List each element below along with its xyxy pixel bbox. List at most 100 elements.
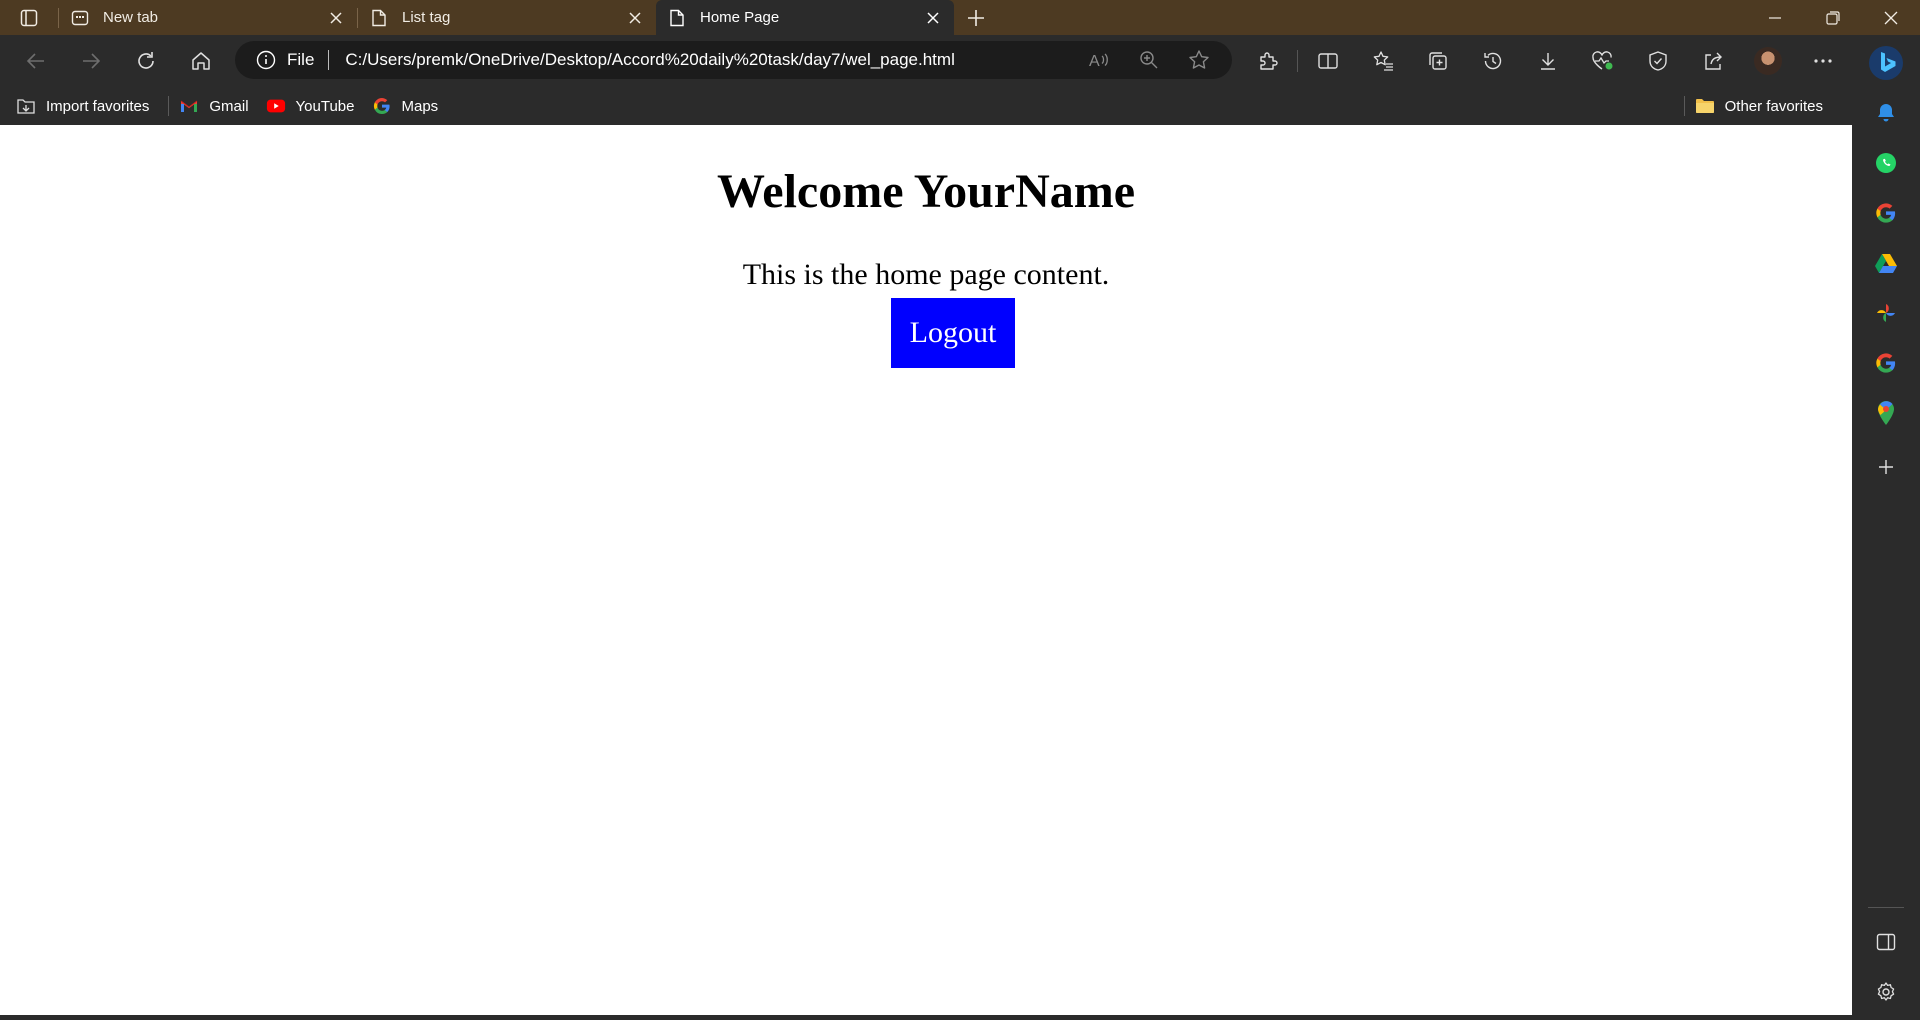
back-button[interactable] [8,41,63,81]
plus-icon [1879,460,1893,474]
favorite-label: YouTube [295,97,355,115]
profile-button[interactable] [1740,41,1795,81]
other-favorites-area: Other favorites [1682,91,1840,121]
address-scheme-label: File [287,50,315,69]
home-button[interactable] [173,41,228,81]
gear-icon [1877,982,1895,1001]
history-icon [1483,52,1501,70]
add-sidebar-app-button[interactable] [1862,443,1910,491]
tab-list-tag[interactable]: List tag [358,0,656,35]
site-info-icon[interactable] [255,49,277,71]
read-aloud-button[interactable]: A [1074,41,1124,79]
favorite-star-button[interactable] [1174,41,1224,79]
heartbeat-icon [1591,51,1612,70]
star-icon [1189,50,1209,69]
import-favorites-icon [16,96,36,116]
bing-copilot-icon [1869,46,1903,80]
favorites-bar: Import favorites Gmail YouTube Maps Othe… [0,87,1852,125]
share-icon [1704,52,1722,70]
close-icon [1884,11,1898,24]
address-actions: A [1074,41,1224,79]
back-arrow-icon [26,53,44,69]
tab-actions-icon [20,9,38,26]
edge-sidebar [1852,35,1920,1020]
avatar [1753,47,1782,75]
minimize-icon [1769,16,1781,19]
hide-sidebar-button[interactable] [1862,918,1910,966]
close-icon[interactable] [922,7,944,29]
puzzle-icon [1259,52,1278,70]
favorites-separator [168,96,170,116]
favorite-import-favorites[interactable]: Import favorites [16,91,158,121]
youtube-icon [266,96,286,116]
address-bar[interactable]: File C:/Users/premk/OneDrive/Desktop/Acc… [235,41,1232,79]
forward-button[interactable] [63,41,118,81]
tab-strip: New tab List tag Home Page [0,0,1920,35]
sidebar-divider [1868,907,1904,908]
google-icon [1876,353,1896,373]
zoom-icon [1140,51,1158,69]
tab-title: Home Page [700,9,780,26]
tab-actions-button[interactable] [0,0,58,35]
page-icon [668,9,686,27]
new-tab-button[interactable] [954,0,998,35]
map-pin-icon [1878,401,1894,425]
google-drive-button[interactable] [1862,239,1910,287]
address-url[interactable]: C:/Users/premk/OneDrive/Desktop/Accord%2… [345,50,954,70]
share-button[interactable] [1685,41,1740,81]
notifications-button[interactable] [1862,89,1910,137]
google-icon [1876,203,1896,223]
minimize-button[interactable] [1746,0,1804,35]
google-photos-button[interactable] [1862,289,1910,337]
close-window-button[interactable] [1862,0,1920,35]
favorite-gmail[interactable]: Gmail [179,91,257,121]
forward-arrow-icon [82,53,100,69]
split-screen-button[interactable] [1300,41,1355,81]
shield-check-icon [1648,51,1667,71]
toolbar-actions [1240,41,1850,81]
tab-title: New tab [103,9,159,26]
close-icon[interactable] [325,7,347,29]
read-aloud-icon: A [1089,53,1108,70]
browser-essentials-button[interactable] [1630,41,1685,81]
tab-home-page[interactable]: Home Page [656,0,954,35]
favorite-youtube[interactable]: YouTube [266,91,364,121]
downloads-button[interactable] [1520,41,1575,81]
google-icon [372,96,392,116]
page-paragraph: This is the home page content. [742,257,1110,291]
settings-more-button[interactable] [1795,41,1850,81]
favorite-maps[interactable]: Maps [372,91,448,121]
whatsapp-button[interactable] [1862,139,1910,187]
zoom-button[interactable] [1124,41,1174,79]
browser-toolbar: File C:/Users/premk/OneDrive/Desktop/Acc… [0,35,1920,87]
google-search-button[interactable] [1862,339,1910,387]
collections-icon [1428,52,1447,70]
window-bottom-edge [0,1015,1920,1020]
google-button[interactable] [1862,189,1910,237]
sidebar-panel-icon [1876,933,1896,951]
sidebar-bottom [1852,907,1920,1020]
favorites-list-icon [1373,51,1393,71]
close-icon[interactable] [624,7,646,29]
logout-button[interactable]: Logout [891,297,1015,368]
tab-new-tab[interactable]: New tab [59,0,357,35]
home-icon [191,52,210,70]
copilot-button[interactable] [1862,39,1910,87]
favorites-button[interactable] [1355,41,1410,81]
restore-button[interactable] [1804,0,1862,35]
favorite-label: Import favorites [46,97,150,115]
collections-button[interactable] [1410,41,1465,81]
download-icon [1540,53,1555,70]
extensions-button[interactable] [1240,41,1295,81]
favorite-label: Maps [401,97,439,115]
address-divider [328,50,330,70]
refresh-button[interactable] [118,41,173,81]
favorite-other-favorites[interactable]: Other favorites [1695,91,1832,121]
whatsapp-icon [1876,153,1896,173]
sidebar-settings-button[interactable] [1862,968,1910,1016]
google-maps-button[interactable] [1862,389,1910,437]
favorite-label: Gmail [209,97,249,115]
performance-button[interactable] [1575,41,1630,81]
history-button[interactable] [1465,41,1520,81]
split-screen-icon [1317,53,1338,69]
